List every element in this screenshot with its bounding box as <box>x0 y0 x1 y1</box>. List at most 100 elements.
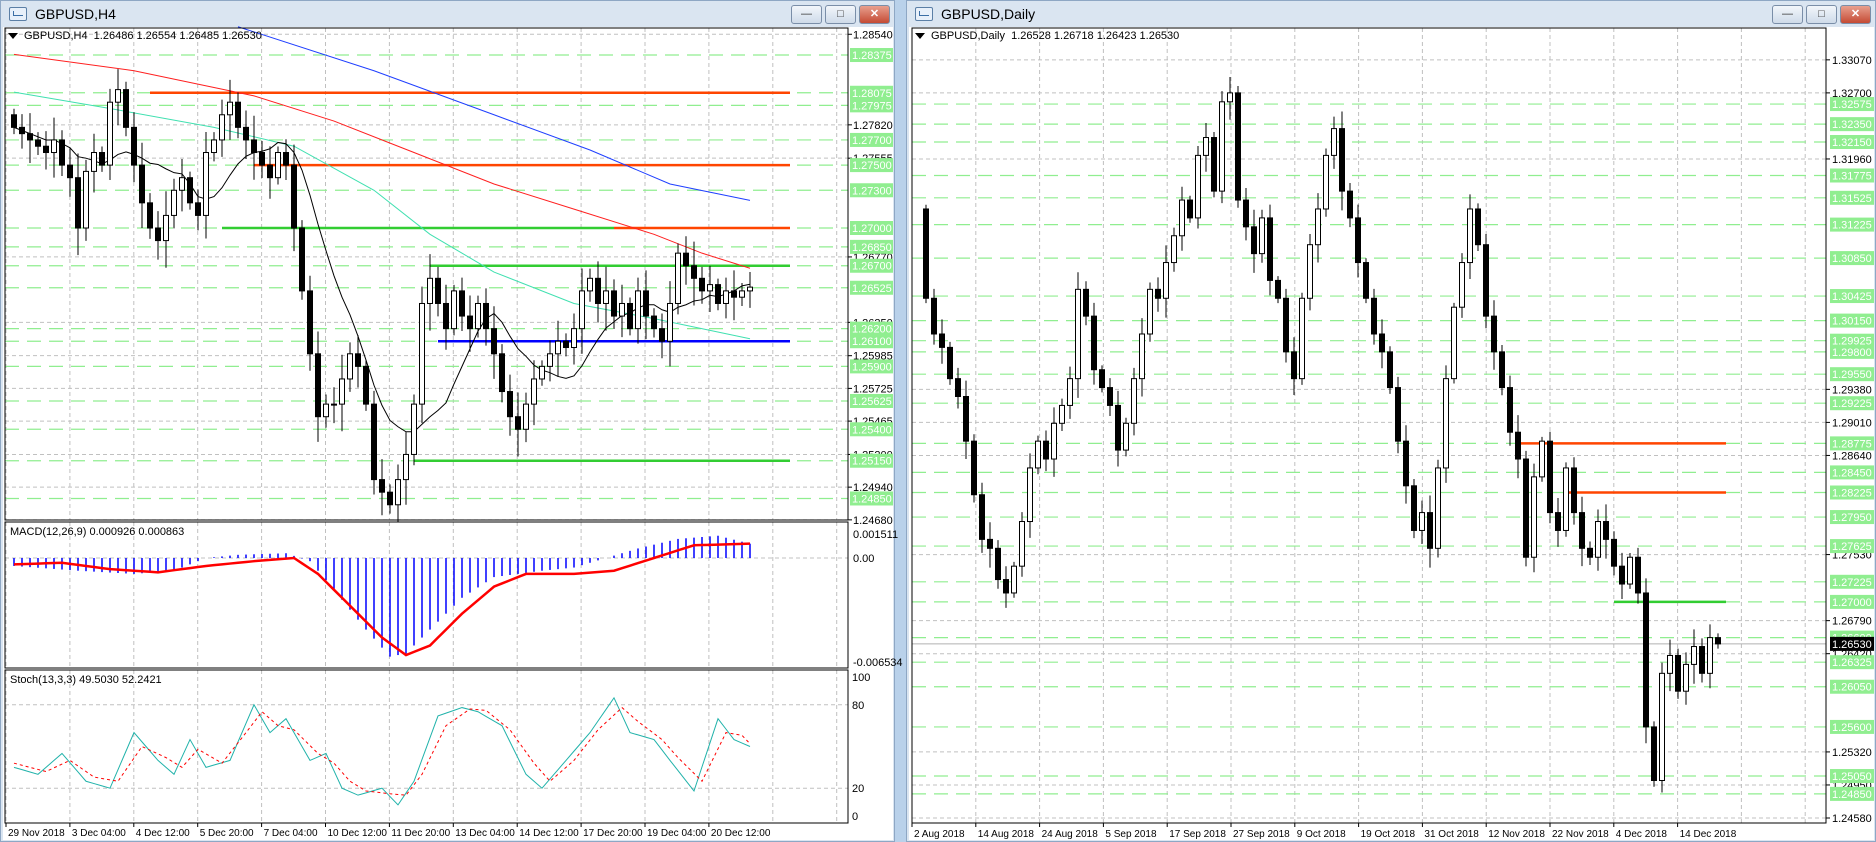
h4-candle[interactable] <box>659 328 665 342</box>
h4-candle[interactable] <box>715 284 721 304</box>
h4-candle[interactable] <box>83 170 89 229</box>
daily-candle[interactable] <box>987 538 993 549</box>
h4-candle[interactable] <box>107 101 113 166</box>
daily-candle[interactable] <box>939 333 945 348</box>
h4-candle[interactable] <box>579 290 585 330</box>
h4-candle[interactable] <box>75 177 81 229</box>
daily-candle[interactable] <box>1339 128 1345 192</box>
daily-candle[interactable] <box>1203 137 1209 156</box>
h4-candle[interactable] <box>571 328 577 349</box>
daily-candle[interactable] <box>1099 369 1105 389</box>
daily-candle[interactable] <box>1091 315 1097 371</box>
daily-candle[interactable] <box>1515 431 1521 460</box>
h4-candle[interactable] <box>115 89 121 103</box>
dropdown-triangle-icon[interactable] <box>8 33 18 40</box>
daily-candle[interactable] <box>931 297 937 335</box>
h4-candle[interactable] <box>291 164 297 229</box>
h4-candle[interactable] <box>435 277 441 304</box>
daily-candle[interactable] <box>1115 404 1121 451</box>
daily-candle[interactable] <box>1651 726 1657 781</box>
daily-candle[interactable] <box>923 208 929 299</box>
h4-candle[interactable] <box>643 290 649 317</box>
charts-canvas[interactable]: 1.285401.278201.275551.267701.262501.259… <box>0 0 1876 842</box>
daily-candle[interactable] <box>1635 556 1641 594</box>
h4-candle[interactable] <box>299 227 305 292</box>
h4-candle[interactable] <box>51 139 57 154</box>
h4-candle[interactable] <box>155 227 161 242</box>
daily-candle[interactable] <box>1699 646 1705 674</box>
daily-candle[interactable] <box>1675 654 1681 692</box>
daily-candle[interactable] <box>1179 199 1185 237</box>
daily-candle[interactable] <box>1603 521 1609 540</box>
h4-candle[interactable] <box>667 302 673 342</box>
h4-candle[interactable] <box>35 139 41 147</box>
h4-candle[interactable] <box>91 152 97 172</box>
daily-candle[interactable] <box>1131 378 1137 424</box>
daily-candle[interactable] <box>1027 467 1033 523</box>
h4-candle[interactable] <box>403 453 409 481</box>
h4-candle[interactable] <box>163 214 169 242</box>
h4-candle[interactable] <box>499 353 505 393</box>
h4-candle[interactable] <box>43 145 49 154</box>
h4-candle[interactable] <box>507 391 513 418</box>
daily-candle[interactable] <box>1259 217 1265 255</box>
h4-candle[interactable] <box>315 353 321 418</box>
h4-candle[interactable] <box>131 126 137 166</box>
daily-candle[interactable] <box>1051 422 1057 460</box>
daily-candle[interactable] <box>1483 244 1489 317</box>
daily-candle[interactable] <box>1395 387 1401 442</box>
h4-candle[interactable] <box>459 290 465 317</box>
daily-candle[interactable] <box>1147 288 1153 335</box>
h4-candle[interactable] <box>363 365 369 405</box>
h4-candle[interactable] <box>211 139 217 154</box>
daily-candle[interactable] <box>1011 565 1017 594</box>
daily-candle[interactable] <box>1555 512 1561 531</box>
h4-candle[interactable] <box>691 265 697 279</box>
daily-candle[interactable] <box>1307 244 1313 299</box>
h4-candle[interactable] <box>235 101 241 128</box>
daily-candle[interactable] <box>1291 351 1297 380</box>
daily-candle[interactable] <box>971 440 977 496</box>
daily-candle[interactable] <box>1715 637 1721 645</box>
daily-candle[interactable] <box>1299 297 1305 380</box>
h4-candle[interactable] <box>187 177 193 204</box>
h4-candle[interactable] <box>203 152 209 216</box>
daily-candle[interactable] <box>1499 351 1505 389</box>
daily-candle[interactable] <box>1443 378 1449 469</box>
h4-candle[interactable] <box>635 290 641 330</box>
h4-candle[interactable] <box>683 252 689 267</box>
h4-candle[interactable] <box>587 277 593 292</box>
daily-candle[interactable] <box>1707 637 1713 674</box>
h4-candle[interactable] <box>27 133 33 141</box>
h4-candle[interactable] <box>371 403 377 481</box>
daily-candle[interactable] <box>1227 92 1233 103</box>
daily-candle[interactable] <box>1619 565 1625 585</box>
h4-candle[interactable] <box>515 416 521 430</box>
daily-candle[interactable] <box>1107 387 1113 406</box>
h4-candle[interactable] <box>539 365 545 380</box>
h4-candle[interactable] <box>563 340 569 349</box>
h4-candle[interactable] <box>267 164 273 179</box>
daily-candle[interactable] <box>1155 288 1161 299</box>
h4-candle[interactable] <box>547 353 553 367</box>
daily-candle[interactable] <box>1419 512 1425 531</box>
h4-candle[interactable] <box>147 202 153 229</box>
daily-candle[interactable] <box>1363 262 1369 299</box>
h4-candle[interactable] <box>611 290 617 317</box>
h4-candle[interactable] <box>11 114 17 128</box>
h4-candle[interactable] <box>523 403 529 430</box>
daily-candle[interactable] <box>1019 521 1025 567</box>
h4-candle[interactable] <box>395 479 401 506</box>
daily-candle[interactable] <box>1403 440 1409 487</box>
daily-candle[interactable] <box>1579 512 1585 549</box>
h4-candle[interactable] <box>595 277 601 304</box>
daily-candle[interactable] <box>1315 208 1321 246</box>
daily-candle[interactable] <box>1459 262 1465 308</box>
daily-candle[interactable] <box>1683 663 1689 692</box>
daily-candle[interactable] <box>1411 485 1417 531</box>
daily-candle[interactable] <box>1043 440 1049 460</box>
daily-candle[interactable] <box>1267 217 1273 281</box>
daily-candle[interactable] <box>1371 297 1377 335</box>
daily-candle[interactable] <box>995 547 1001 581</box>
h4-candle[interactable] <box>443 302 449 330</box>
